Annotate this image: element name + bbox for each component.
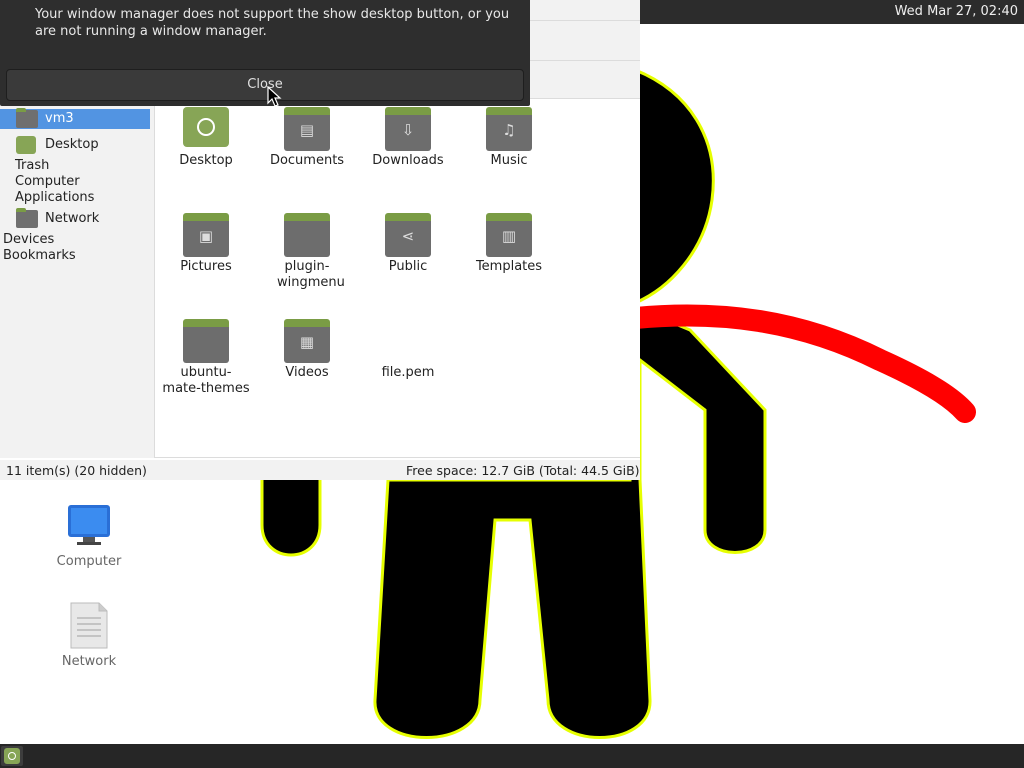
file-item-label: plugin-wingmenu [277, 259, 345, 290]
file-item-pictures[interactable]: ▣ Pictures [156, 213, 256, 293]
file-item-music[interactable]: ♫ Music [459, 107, 559, 187]
pictures-icon: ▣ [183, 213, 229, 257]
file-item-label: Downloads [372, 153, 444, 168]
file-item-documents[interactable]: ▤ Documents [257, 107, 357, 187]
close-button[interactable]: Close [6, 69, 524, 101]
file-item-downloads[interactable]: ⇩ Downloads [358, 107, 458, 187]
sidebar-item-label: Network [45, 211, 100, 226]
file-item-label: Music [490, 153, 528, 168]
file-item-label: Documents [269, 153, 345, 168]
toolbar-divider [530, 60, 640, 61]
file-item-ubuntu-mate-themes[interactable]: ubuntu-mate-themes [156, 319, 256, 415]
item-count: 11 item(s) (20 hidden) [6, 463, 147, 478]
status-bar: 11 item(s) (20 hidden) Free space: 12.7 … [0, 460, 640, 480]
file-item-public[interactable]: ⋖ Public [358, 213, 458, 293]
sidebar-item-vm3[interactable]: vm3 [0, 108, 150, 129]
free-space: Free space: 12.7 GiB (Total: 44.5 GiB) [406, 463, 640, 478]
dialog-message: Your window manager does not support the… [35, 7, 510, 39]
file-item-label: Public [388, 259, 428, 274]
folder-icon [16, 108, 38, 128]
sidebar-section-bookmarks[interactable]: Bookmarks [3, 246, 76, 266]
file-item-plugin-wingmenu[interactable]: plugin-wingmenu [257, 213, 357, 309]
sidebar-item-label: vm3 [45, 111, 74, 126]
folder-icon [16, 208, 38, 228]
desktop-icon [183, 107, 229, 147]
documents-icon: ▤ [284, 107, 330, 151]
figure-left-arm [260, 476, 322, 557]
desktop-icon [16, 136, 36, 154]
folder-icon [284, 213, 330, 257]
file-item-label: ubuntu-mate-themes [162, 365, 250, 396]
desktop-icon-label: Network [61, 654, 117, 669]
figure-head [628, 65, 715, 308]
templates-icon: ▥ [486, 213, 532, 257]
sidebar-item-label: Desktop [45, 137, 99, 152]
file-item-label: file.pem [381, 365, 435, 380]
cursor-icon [267, 86, 282, 107]
file-item-templates[interactable]: ▥ Templates [459, 213, 559, 293]
sidebar: vm3 Desktop Trash Computer Applications … [0, 100, 154, 458]
folder-icon [183, 319, 229, 363]
sidebar-item-applications[interactable]: Applications [15, 188, 94, 208]
file-item-label: Templates [475, 259, 543, 274]
file-item-desktop[interactable]: Desktop [156, 107, 256, 187]
menu-button[interactable] [1, 746, 23, 766]
file-item-videos[interactable]: ▦ Videos [257, 319, 357, 399]
share-icon: ⋖ [385, 213, 431, 257]
sidebar-item-desktop[interactable]: Desktop [0, 135, 150, 155]
file-item-pem[interactable]: file.pem [358, 319, 458, 399]
top-panel: Wed Mar 27, 02:40 [640, 0, 1024, 24]
videos-icon: ▦ [284, 319, 330, 363]
monitor-icon [68, 505, 110, 545]
clock[interactable]: Wed Mar 27, 02:40 [895, 4, 1018, 19]
file-item-label: Desktop [179, 153, 233, 168]
bottom-panel [0, 744, 1024, 768]
desktop-icon-network[interactable]: Network [44, 600, 134, 672]
music-icon: ♫ [486, 107, 532, 151]
mate-logo-icon [4, 748, 20, 764]
toolbar-divider [530, 20, 640, 21]
desktop-icon-label: Computer [56, 554, 122, 569]
download-icon: ⇩ [385, 107, 431, 151]
file-item-label: Pictures [180, 259, 232, 274]
sidebar-item-network[interactable]: Network [0, 208, 150, 229]
notification-dialog: Your window manager does not support the… [0, 0, 530, 106]
document-icon [70, 602, 108, 649]
file-grid: Desktop ▤ Documents ⇩ Downloads ♫ Music … [154, 98, 640, 458]
file-item-label: Videos [285, 365, 329, 380]
desktop-icon-computer[interactable]: Computer [44, 500, 134, 572]
